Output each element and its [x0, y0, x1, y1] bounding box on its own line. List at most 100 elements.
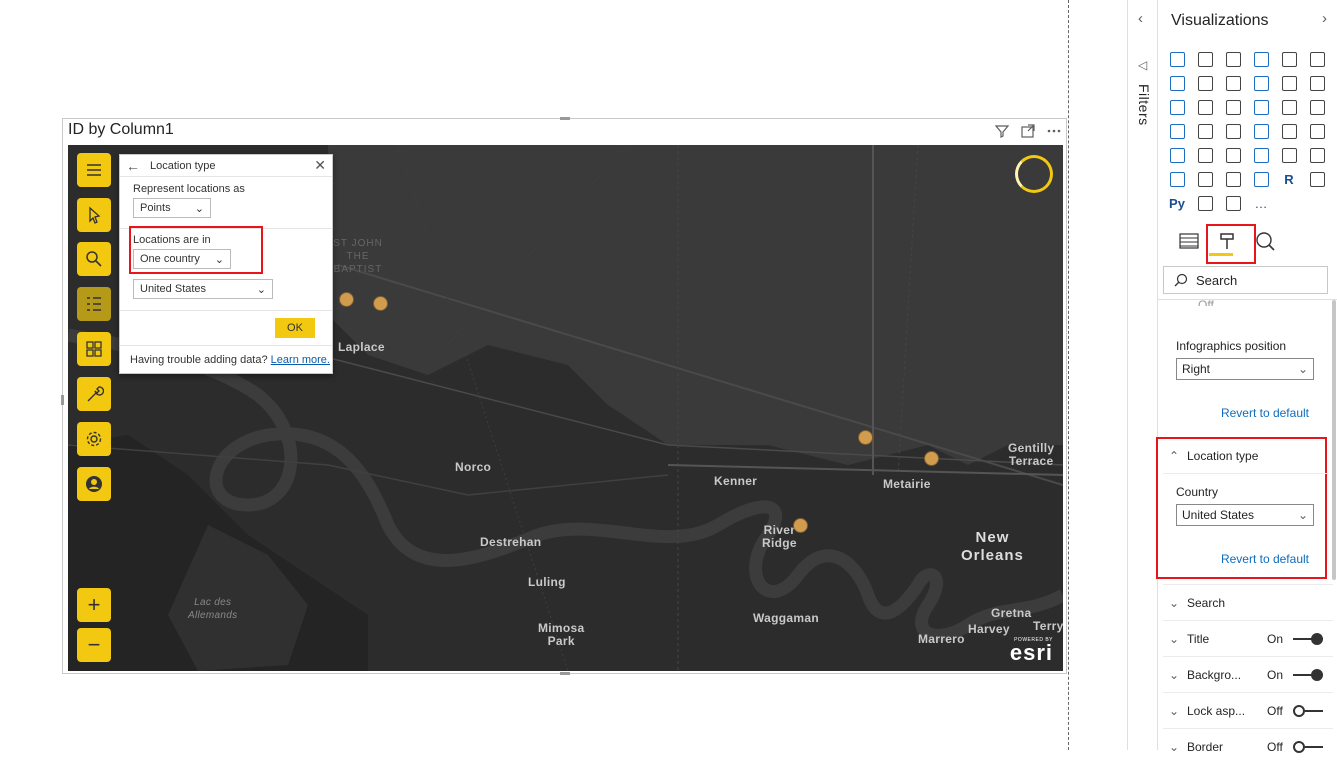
visual-type-icon[interactable]: [1275, 47, 1303, 71]
visual-type-icon[interactable]: [1219, 191, 1247, 215]
collapse-chevron-icon[interactable]: ‹: [1138, 10, 1143, 27]
visual-type-icon[interactable]: [1191, 71, 1219, 95]
scrollbar[interactable]: [1332, 300, 1336, 580]
visual-type-icon[interactable]: [1163, 95, 1191, 119]
visual-type-icon[interactable]: [1191, 47, 1219, 71]
visual-type-icon[interactable]: [1219, 71, 1247, 95]
back-arrow-icon[interactable]: ←: [126, 158, 140, 174]
format-section[interactable]: ⌄ Border Off: [1163, 728, 1333, 764]
map-visual[interactable]: ID by Column1 ST JOHN THE BAPTIST Laplac…: [61, 117, 1067, 675]
filters-pane[interactable]: ‹ ◁ Filters: [1127, 0, 1158, 750]
select-icon: [89, 206, 101, 224]
map-canvas[interactable]: ST JOHN THE BAPTIST Laplace Norco Kenner…: [68, 145, 1063, 671]
visual-type-icon[interactable]: [1275, 119, 1303, 143]
country-dropdown[interactable]: United States ⌄: [1176, 504, 1314, 526]
visual-type-icon[interactable]: [1247, 47, 1275, 71]
analysis-button[interactable]: [77, 332, 111, 366]
visual-type-icon[interactable]: [1219, 143, 1247, 167]
visual-type-icon[interactable]: [1219, 119, 1247, 143]
fields-icon[interactable]: [1178, 230, 1200, 252]
more-visuals-icon[interactable]: …: [1247, 191, 1275, 215]
represent-select[interactable]: Points ⌄: [133, 198, 211, 218]
r-visual-icon[interactable]: R: [1275, 167, 1303, 191]
user-button[interactable]: [77, 467, 111, 501]
section-name: Title: [1187, 631, 1210, 646]
format-section[interactable]: ⌄ Title On: [1163, 620, 1333, 656]
toggle-state-label: On: [1267, 631, 1284, 646]
map-label-mimosa-park: Mimosa Park: [538, 621, 585, 648]
visual-type-icon[interactable]: [1303, 95, 1331, 119]
search-icon: [1174, 273, 1188, 287]
format-section[interactable]: ⌄ Lock asp... Off: [1163, 692, 1333, 728]
wrench-button[interactable]: [77, 377, 111, 411]
visual-type-icon[interactable]: [1163, 167, 1191, 191]
visual-type-icon[interactable]: [1219, 95, 1247, 119]
infographics-dropdown[interactable]: Right ⌄: [1176, 358, 1314, 380]
visual-type-icon[interactable]: [1247, 167, 1275, 191]
visual-type-icon[interactable]: [1163, 71, 1191, 95]
visual-type-icon[interactable]: [1191, 167, 1219, 191]
visual-type-icon[interactable]: [1191, 143, 1219, 167]
toggle-switch[interactable]: [1293, 668, 1323, 681]
search-input[interactable]: Search: [1163, 266, 1328, 294]
visual-type-icon[interactable]: [1163, 47, 1191, 71]
visual-type-icon[interactable]: [1303, 143, 1331, 167]
toggle-switch[interactable]: [1293, 632, 1323, 645]
visual-type-icon[interactable]: [1219, 167, 1247, 191]
zoom-out-button[interactable]: −: [77, 628, 111, 662]
menu-button[interactable]: [77, 153, 111, 187]
search-icon: [86, 251, 102, 267]
visualizations-pane: Visualizations › R Py … Search Off Infogra…: [1156, 0, 1337, 754]
visual-type-icon[interactable]: [1275, 71, 1303, 95]
settings-button[interactable]: [77, 422, 111, 456]
map-point[interactable]: [924, 451, 939, 466]
visual-type-icon[interactable]: [1247, 119, 1275, 143]
visual-type-icon[interactable]: [1303, 167, 1331, 191]
close-icon[interactable]: ✕: [314, 157, 326, 174]
more-options-icon[interactable]: [1046, 123, 1062, 139]
learn-more-link[interactable]: Learn more.: [271, 354, 330, 366]
map-label-harvey: Harvey: [968, 622, 1010, 636]
format-section[interactable]: ⌄ Search: [1163, 584, 1333, 620]
visual-type-icon[interactable]: [1303, 119, 1331, 143]
gear-icon: [86, 431, 102, 447]
visual-type-icon[interactable]: [1303, 71, 1331, 95]
visual-type-icon[interactable]: [1247, 71, 1275, 95]
visual-type-icon[interactable]: [1303, 47, 1331, 71]
toggle-switch[interactable]: [1293, 740, 1323, 753]
toggle-switch[interactable]: [1293, 704, 1323, 717]
revert-link[interactable]: Revert to default: [1221, 406, 1309, 420]
visual-type-icon[interactable]: [1191, 119, 1219, 143]
search-button[interactable]: [77, 242, 111, 276]
visual-type-icon[interactable]: [1247, 95, 1275, 119]
infographics-label: Infographics position: [1176, 339, 1287, 353]
filter-icon[interactable]: [994, 123, 1010, 139]
country-select[interactable]: United States ⌄: [133, 279, 273, 299]
r-visual-icon-alt[interactable]: [1191, 191, 1219, 215]
layers-button[interactable]: [77, 287, 111, 321]
visual-type-icon[interactable]: [1163, 143, 1191, 167]
analytics-icon[interactable]: [1254, 230, 1276, 252]
expand-chevron-icon[interactable]: ›: [1322, 10, 1327, 27]
visual-type-icon[interactable]: [1275, 143, 1303, 167]
format-section[interactable]: ⌄ Backgro... On: [1163, 656, 1333, 692]
ok-button[interactable]: OK: [275, 318, 315, 338]
zoom-in-button[interactable]: +: [77, 588, 111, 622]
visual-type-icon[interactable]: [1247, 143, 1275, 167]
resize-handle[interactable]: [560, 672, 570, 675]
visual-type-icon[interactable]: [1163, 119, 1191, 143]
resize-handle[interactable]: [61, 395, 64, 405]
map-point[interactable]: [793, 518, 808, 533]
map-point[interactable]: [858, 430, 873, 445]
python-visual-icon[interactable]: Py: [1163, 191, 1191, 215]
map-point[interactable]: [339, 292, 354, 307]
location-type-section[interactable]: ⌃ Location type: [1163, 438, 1333, 474]
map-point[interactable]: [373, 296, 388, 311]
resize-handle[interactable]: [560, 117, 570, 120]
visual-type-icon[interactable]: [1275, 95, 1303, 119]
focus-mode-icon[interactable]: [1020, 123, 1036, 139]
visual-type-icon[interactable]: [1191, 95, 1219, 119]
select-button[interactable]: [77, 198, 111, 232]
visual-type-icon[interactable]: [1219, 47, 1247, 71]
revert-link[interactable]: Revert to default: [1221, 552, 1309, 566]
